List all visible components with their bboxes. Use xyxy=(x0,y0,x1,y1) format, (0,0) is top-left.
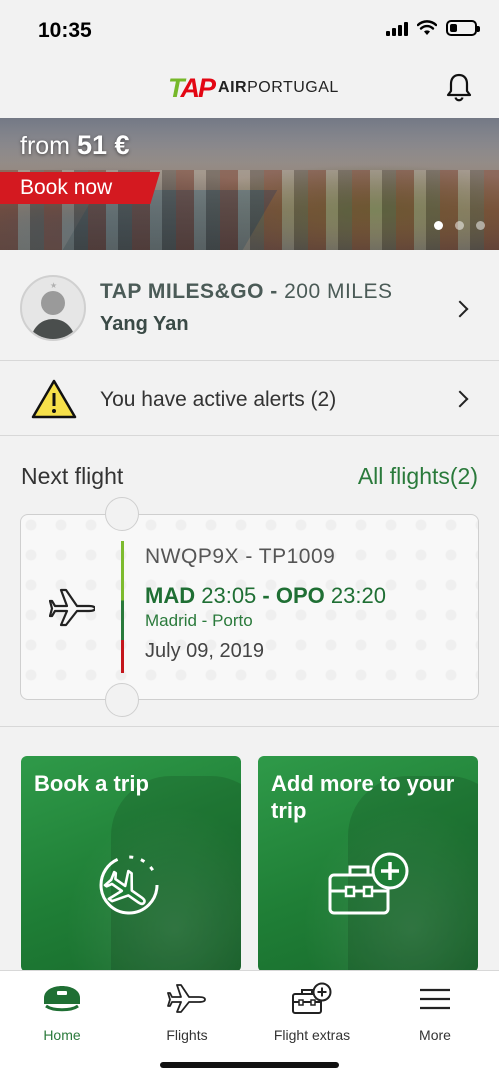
flight-route: MAD 23:05 - OPO 23:20 xyxy=(145,583,386,608)
tab-label: Home xyxy=(43,1027,81,1043)
book-a-trip-tile[interactable]: Book a trip xyxy=(21,756,241,972)
signal-icon xyxy=(386,20,408,36)
all-flights-link[interactable]: All flights(2) xyxy=(358,463,478,490)
avatar: ★ xyxy=(20,275,86,341)
app-header: TAP AIRPORTUGAL xyxy=(0,58,499,118)
tab-flights[interactable]: Flights xyxy=(132,981,242,1043)
status-bar-indicator xyxy=(121,541,124,673)
status-icons xyxy=(386,20,480,36)
carousel-dots xyxy=(434,221,485,230)
flight-ticket-card[interactable]: NWQP9X - TP1009 MAD 23:05 - OPO 23:20 Ma… xyxy=(20,497,479,717)
carousel-dot[interactable] xyxy=(476,221,485,230)
banner-price: from 51 € xyxy=(20,130,130,160)
book-now-button[interactable]: Book now xyxy=(0,172,160,204)
add-more-to-trip-tile[interactable]: Add more to your trip xyxy=(258,756,478,972)
miles-card[interactable]: ★ TAP MILES&GO - 200 MILES Yang Yan xyxy=(0,250,499,361)
member-name: Yang Yan xyxy=(100,313,189,335)
tab-label: Flight extras xyxy=(273,1027,351,1043)
chevron-right-icon xyxy=(451,300,469,318)
section-divider xyxy=(0,726,499,727)
carousel-dot[interactable] xyxy=(455,221,464,230)
globe-plane-icon xyxy=(99,855,159,915)
menu-icon xyxy=(420,988,450,1010)
flight-date: July 09, 2019 xyxy=(145,640,264,662)
promo-banner[interactable]: from 51 € Book now xyxy=(0,118,499,250)
status-time: 10:35 xyxy=(38,19,92,42)
miles-summary: TAP MILES&GO - 200 MILES xyxy=(100,280,393,303)
tile-title: Add more to your trip xyxy=(271,771,455,823)
tile-title: Book a trip xyxy=(34,771,149,796)
warning-icon xyxy=(31,379,77,419)
plane-icon xyxy=(167,984,206,1013)
flight-cities: Madrid - Porto xyxy=(145,611,253,630)
tab-label: Flights xyxy=(166,1027,208,1043)
carousel-dot[interactable] xyxy=(434,221,443,230)
pilot-cap-icon xyxy=(44,986,80,1012)
wifi-icon xyxy=(417,20,437,35)
battery-icon xyxy=(446,20,480,36)
tap-logo-mark: TAP xyxy=(168,73,216,103)
alerts-text: You have active alerts (2) xyxy=(100,388,337,411)
tap-logo[interactable]: TAP AIRPORTUGAL xyxy=(168,74,339,102)
home-indicator[interactable] xyxy=(160,1062,339,1068)
bell-icon[interactable] xyxy=(445,72,473,102)
plane-icon xyxy=(49,588,95,627)
tab-label: More xyxy=(419,1027,451,1043)
status-bar: 10:35 xyxy=(0,0,499,58)
alerts-row[interactable]: You have active alerts (2) xyxy=(0,361,499,436)
next-flight-title: Next flight xyxy=(21,463,124,489)
chevron-right-icon xyxy=(451,390,469,408)
tap-logo-text: AIRPORTUGAL xyxy=(218,79,339,96)
booking-code: NWQP9X - TP1009 xyxy=(145,545,336,568)
luggage-plus-icon xyxy=(292,982,332,1014)
tab-flight-extras[interactable]: Flight extras xyxy=(257,981,367,1043)
luggage-plus-icon xyxy=(328,852,409,915)
tab-more[interactable]: More xyxy=(380,981,490,1043)
tab-home[interactable]: Home xyxy=(7,981,117,1043)
